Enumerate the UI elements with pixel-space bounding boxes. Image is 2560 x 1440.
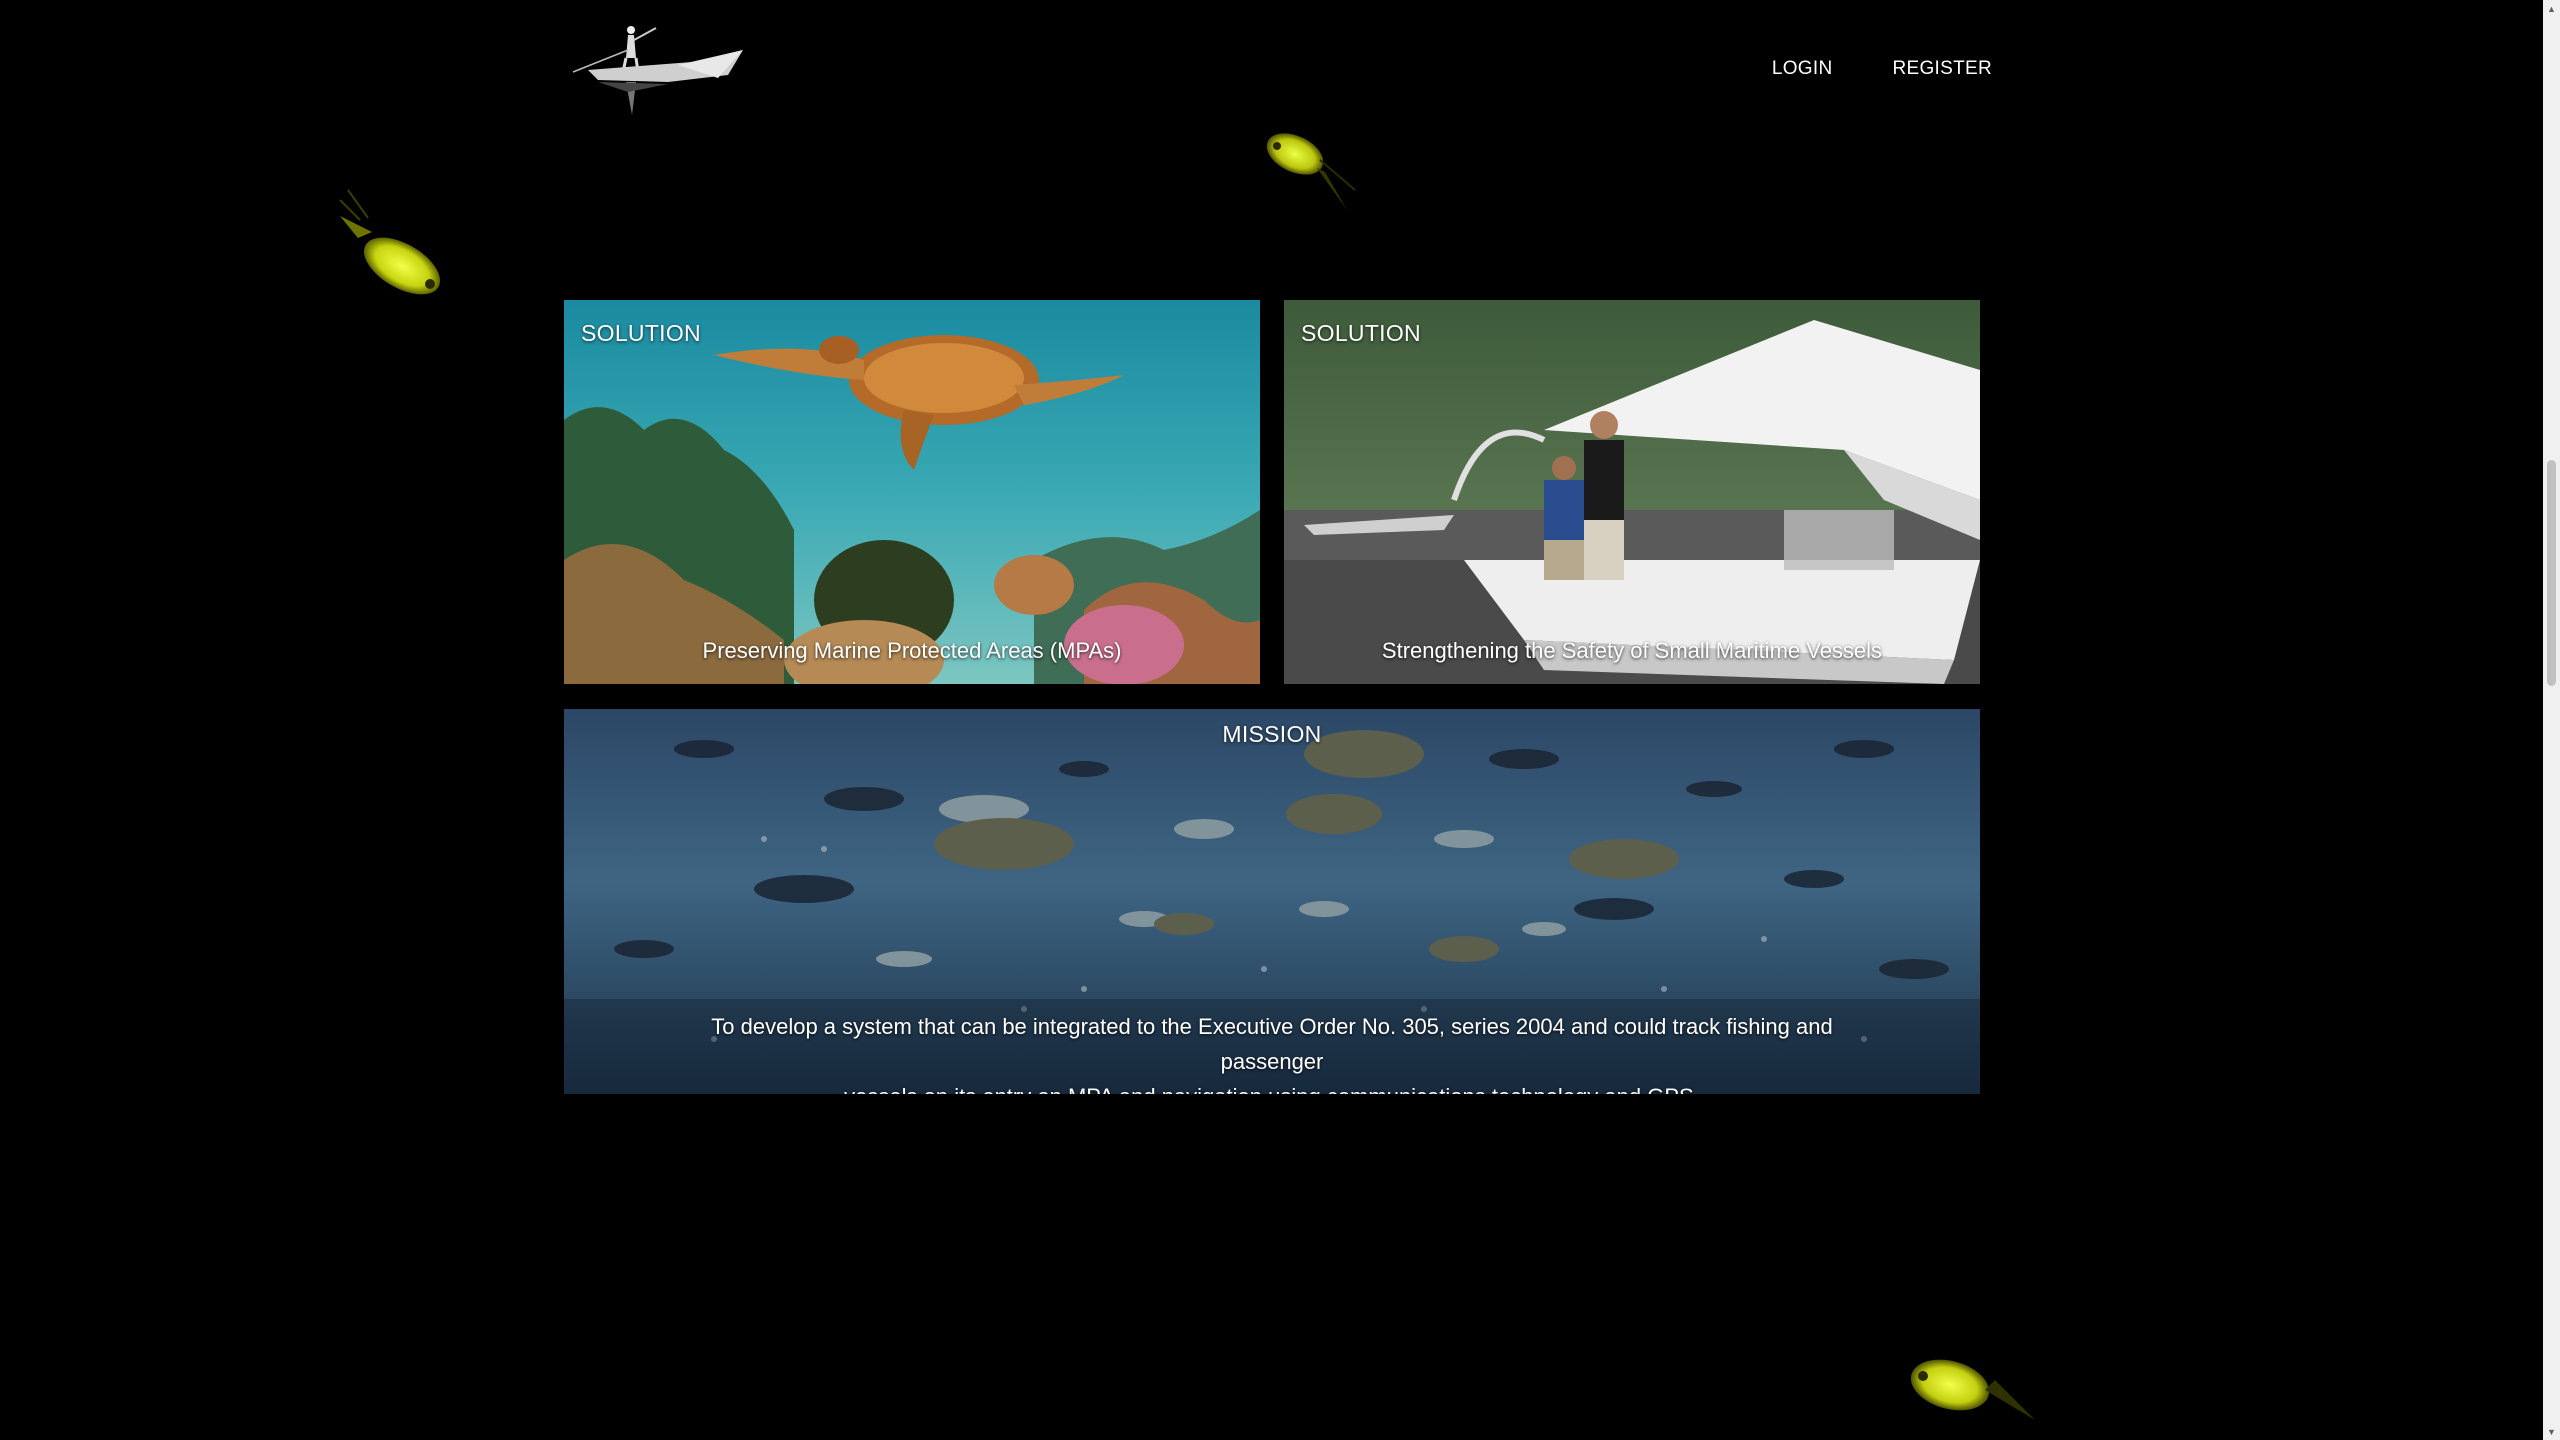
top-nav: LOGIN REGISTER xyxy=(1772,58,1992,80)
card-caption: Strengthening the Safety of Small Mariti… xyxy=(1381,638,1883,663)
mission-statement: To develop a system that can be integrat… xyxy=(564,1009,1980,1094)
card-tag: SOLUTION xyxy=(1301,320,1421,346)
yellow-fish-icon xyxy=(1266,133,1356,210)
page: LOGIN REGISTER SOLUTION Preserving Marin… xyxy=(0,0,2560,1440)
yellow-fish-icon xyxy=(339,189,440,295)
scroll-down-arrow-icon[interactable]: ▼ xyxy=(2543,1423,2560,1440)
card-caption: Preserving Marine Protected Areas (MPAs) xyxy=(702,638,1122,663)
solution-card-mpa[interactable]: SOLUTION Preserving Marine Protected Are… xyxy=(564,300,1260,684)
mission-line: To develop a system that can be integrat… xyxy=(711,1014,1833,1074)
boat-crew-image xyxy=(1284,300,1980,684)
site-logo[interactable] xyxy=(568,20,753,120)
card-tag: SOLUTION xyxy=(581,320,701,346)
login-link[interactable]: LOGIN xyxy=(1772,58,1833,80)
fisherman-boat-logo-icon xyxy=(572,26,743,115)
solution-card-vessel-safety[interactable]: SOLUTION Strengthening the Safety of Sma… xyxy=(1284,300,1980,684)
mission-card[interactable]: MISSION To develop a system that can be … xyxy=(564,709,1980,1094)
sea-turtle-reef-image xyxy=(564,300,1260,684)
register-link[interactable]: REGISTER xyxy=(1892,58,1992,80)
scrollbar-thumb[interactable] xyxy=(2547,460,2556,686)
scroll-up-arrow-icon[interactable]: ▲ xyxy=(2543,0,2560,17)
mission-line: vessels on its entry on MPA and navigati… xyxy=(674,1079,1870,1094)
card-tag: MISSION xyxy=(1222,721,1322,747)
vertical-scrollbar[interactable]: ▲ ▼ xyxy=(2543,0,2560,1440)
yellow-fish-icon xyxy=(1910,1359,2035,1420)
